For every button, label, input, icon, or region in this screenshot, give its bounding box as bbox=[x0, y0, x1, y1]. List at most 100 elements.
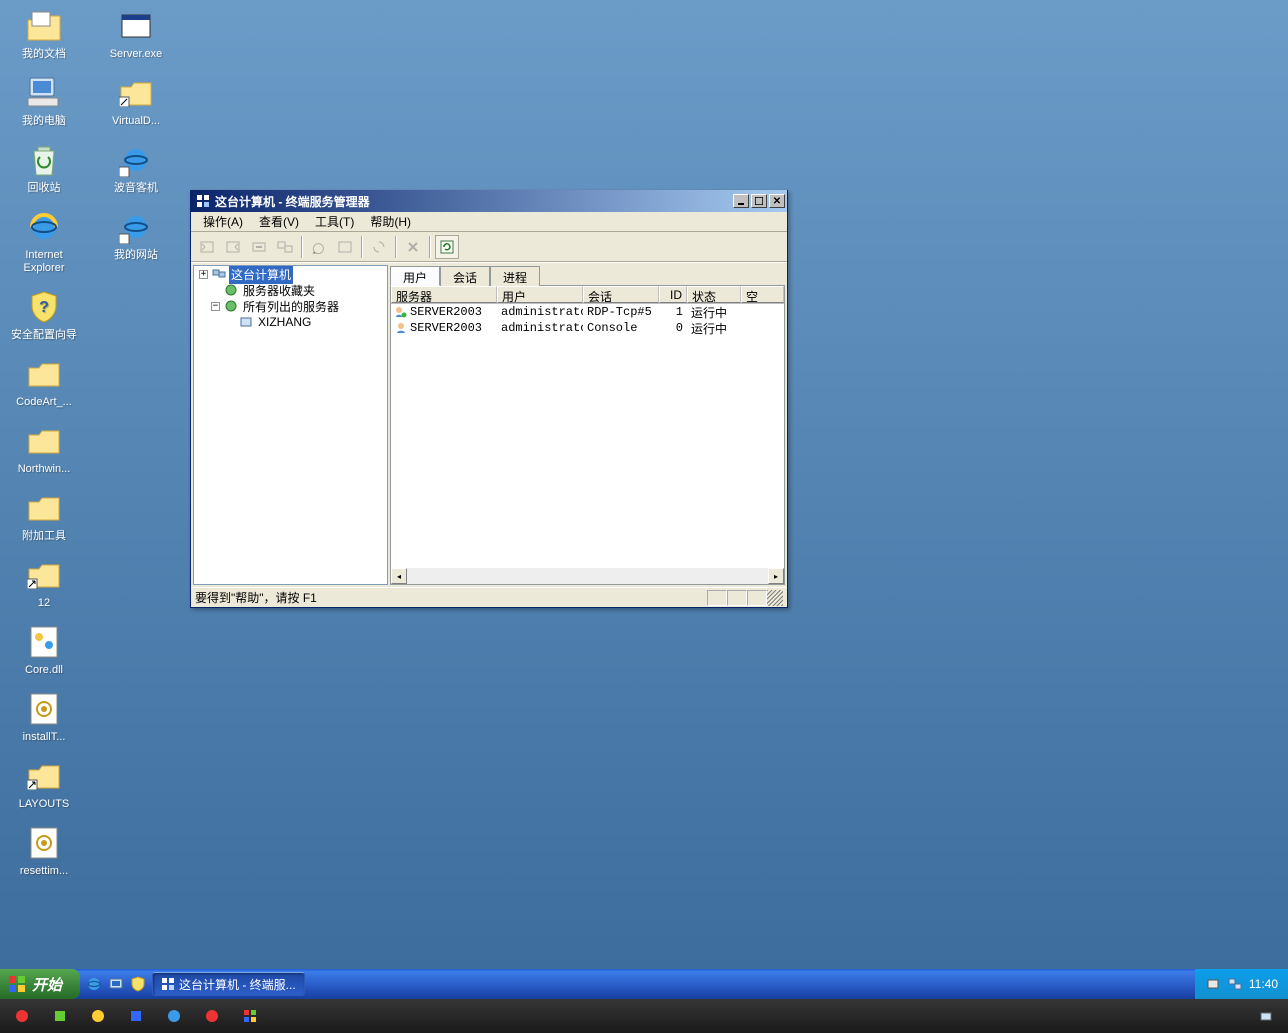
desktop-icon-label: LAYOUTS bbox=[19, 798, 70, 811]
secondary-tray-item[interactable] bbox=[1250, 1004, 1282, 1028]
col-user[interactable]: 用户 bbox=[497, 286, 583, 303]
menu-action[interactable]: 操作(A) bbox=[195, 211, 251, 232]
toolbar-btn-2[interactable] bbox=[221, 235, 245, 259]
app-icon bbox=[161, 977, 175, 991]
scroll-left-button[interactable]: ◂ bbox=[391, 568, 407, 584]
collapse-icon[interactable]: − bbox=[211, 302, 220, 311]
resize-grip[interactable] bbox=[767, 590, 783, 606]
tab-processes[interactable]: 进程 bbox=[490, 266, 540, 286]
window-title: 这台计算机 - 终端服务管理器 bbox=[215, 193, 731, 210]
folder-shortcut-icon bbox=[24, 555, 64, 595]
desktop-icon-recycle-bin[interactable]: 回收站 bbox=[8, 138, 80, 197]
desktop-icon-northwin[interactable]: Northwin... bbox=[8, 419, 80, 478]
desktop-icon-virtuald[interactable]: VirtualD... bbox=[100, 71, 172, 130]
tree-label: XIZHANG bbox=[256, 314, 313, 330]
quick-launch-desktop[interactable] bbox=[106, 973, 126, 995]
toolbar-separator bbox=[301, 236, 303, 258]
scroll-track[interactable] bbox=[407, 568, 768, 584]
expand-icon[interactable]: + bbox=[199, 270, 208, 279]
col-idle[interactable]: 空 bbox=[741, 286, 784, 303]
quick-launch-ie[interactable] bbox=[84, 973, 104, 995]
desktop-icon-installt[interactable]: installT... bbox=[8, 687, 80, 746]
start-button[interactable]: 开始 bbox=[0, 969, 80, 999]
desktop-icon-my-documents[interactable]: 我的文档 bbox=[8, 4, 80, 63]
clock[interactable]: 11:40 bbox=[1249, 977, 1278, 991]
toolbar-btn-refresh[interactable] bbox=[435, 235, 459, 259]
folder-shortcut-icon bbox=[116, 73, 156, 113]
tree-node-all-servers[interactable]: − 所有列出的服务器 bbox=[194, 298, 387, 314]
toolbar-btn-7[interactable] bbox=[367, 235, 391, 259]
scroll-right-button[interactable]: ▸ bbox=[768, 568, 784, 584]
desktop-icon-my-computer[interactable]: 我的电脑 bbox=[8, 71, 80, 130]
menu-help[interactable]: 帮助(H) bbox=[362, 211, 419, 232]
list-row[interactable]: SERVER2003 administrator Console 0 运行中 bbox=[391, 320, 784, 336]
desktop-icon-internet-explorer[interactable]: Internet Explorer bbox=[8, 205, 80, 277]
server-icon bbox=[238, 314, 254, 330]
windows-flag-icon bbox=[8, 975, 28, 993]
col-id[interactable]: ID bbox=[659, 286, 687, 303]
secondary-item[interactable] bbox=[234, 1004, 266, 1028]
list-row[interactable]: SERVER2003 administrator RDP-Tcp#5 1 运行中 bbox=[391, 304, 784, 320]
desktop-icon-label: resettim... bbox=[20, 865, 68, 878]
minimize-button[interactable] bbox=[733, 194, 749, 208]
app-icon bbox=[166, 1008, 182, 1024]
col-server[interactable]: 服务器 bbox=[391, 286, 497, 303]
desktop-icon-label: installT... bbox=[23, 731, 66, 744]
task-button-tsmanager[interactable]: 这台计算机 - 终端服... bbox=[152, 972, 305, 996]
secondary-item[interactable] bbox=[158, 1004, 190, 1028]
horizontal-scrollbar[interactable]: ◂ ▸ bbox=[391, 568, 784, 584]
desktop-icon-codeart[interactable]: CodeArt_... bbox=[8, 352, 80, 411]
menu-view[interactable]: 查看(V) bbox=[251, 211, 307, 232]
desktop-icons: 我的文档 我的电脑 回收站 Internet Explorer ? 安全配置向导… bbox=[8, 4, 172, 880]
desktop-icon-boeing[interactable]: 波音客机 bbox=[100, 138, 172, 197]
secondary-item[interactable] bbox=[6, 1004, 38, 1028]
desktop-icon-layouts[interactable]: LAYOUTS bbox=[8, 754, 80, 813]
toolbar bbox=[191, 232, 787, 262]
servers-icon bbox=[223, 298, 239, 314]
secondary-item[interactable] bbox=[44, 1004, 76, 1028]
secondary-item[interactable] bbox=[120, 1004, 152, 1028]
desktop-icon-label: 我的文档 bbox=[22, 48, 66, 61]
tab-sessions[interactable]: 会话 bbox=[440, 266, 490, 286]
status-cell bbox=[707, 590, 727, 606]
desktop-icon-server-exe[interactable]: Server.exe bbox=[100, 4, 172, 63]
cell-state: 运行中 bbox=[687, 320, 741, 337]
close-button[interactable]: ✕ bbox=[769, 194, 785, 208]
quick-launch-security[interactable] bbox=[128, 973, 148, 995]
toolbar-btn-1[interactable] bbox=[195, 235, 219, 259]
desktop-icon-core-dll[interactable]: Core.dll bbox=[8, 620, 80, 679]
tray-icon-network[interactable] bbox=[1227, 976, 1243, 992]
desktop-icon-my-site[interactable]: 我的网站 bbox=[100, 205, 172, 264]
tray-icon bbox=[1258, 1008, 1274, 1024]
toolbar-btn-delete[interactable] bbox=[401, 235, 425, 259]
menu-tools[interactable]: 工具(T) bbox=[307, 211, 362, 232]
toolbar-btn-5[interactable] bbox=[307, 235, 331, 259]
toolbar-btn-3[interactable] bbox=[247, 235, 271, 259]
desktop-icon-label: 波音客机 bbox=[114, 182, 158, 195]
secondary-item[interactable] bbox=[82, 1004, 114, 1028]
tree-pane[interactable]: + 这台计算机 服务器收藏夹 − 所有列出的服务器 XIZHANG bbox=[193, 265, 388, 585]
col-session[interactable]: 会话 bbox=[583, 286, 659, 303]
cell-session: Console bbox=[583, 321, 659, 335]
cell-state: 运行中 bbox=[687, 304, 741, 321]
tree-node-xizhang[interactable]: XIZHANG bbox=[194, 314, 387, 330]
toolbar-btn-6[interactable] bbox=[333, 235, 357, 259]
secondary-item[interactable] bbox=[196, 1004, 228, 1028]
tray-icon-1[interactable] bbox=[1205, 976, 1221, 992]
desktop-background[interactable]: 我的文档 我的电脑 回收站 Internet Explorer ? 安全配置向导… bbox=[0, 0, 1288, 1033]
desktop-icon-label: 附加工具 bbox=[22, 530, 66, 543]
list-body[interactable]: SERVER2003 administrator RDP-Tcp#5 1 运行中… bbox=[391, 304, 784, 568]
desktop-icon-12[interactable]: 12 bbox=[8, 553, 80, 612]
toolbar-btn-4[interactable] bbox=[273, 235, 297, 259]
desktop-icon-security-config[interactable]: ? 安全配置向导 bbox=[8, 285, 80, 344]
system-tray: 11:40 bbox=[1195, 969, 1288, 999]
tab-users[interactable]: 用户 bbox=[390, 266, 440, 286]
folder-documents-icon bbox=[24, 6, 64, 46]
desktop-icon-resettim[interactable]: resettim... bbox=[8, 821, 80, 880]
desktop-icon-label: 回收站 bbox=[28, 182, 61, 195]
window-titlebar[interactable]: 这台计算机 - 终端服务管理器 ✕ bbox=[191, 190, 787, 212]
col-state[interactable]: 状态 bbox=[687, 286, 741, 303]
maximize-button[interactable] bbox=[751, 194, 767, 208]
desktop-icon-addon-tools[interactable]: 附加工具 bbox=[8, 486, 80, 545]
app-icon bbox=[195, 193, 211, 209]
